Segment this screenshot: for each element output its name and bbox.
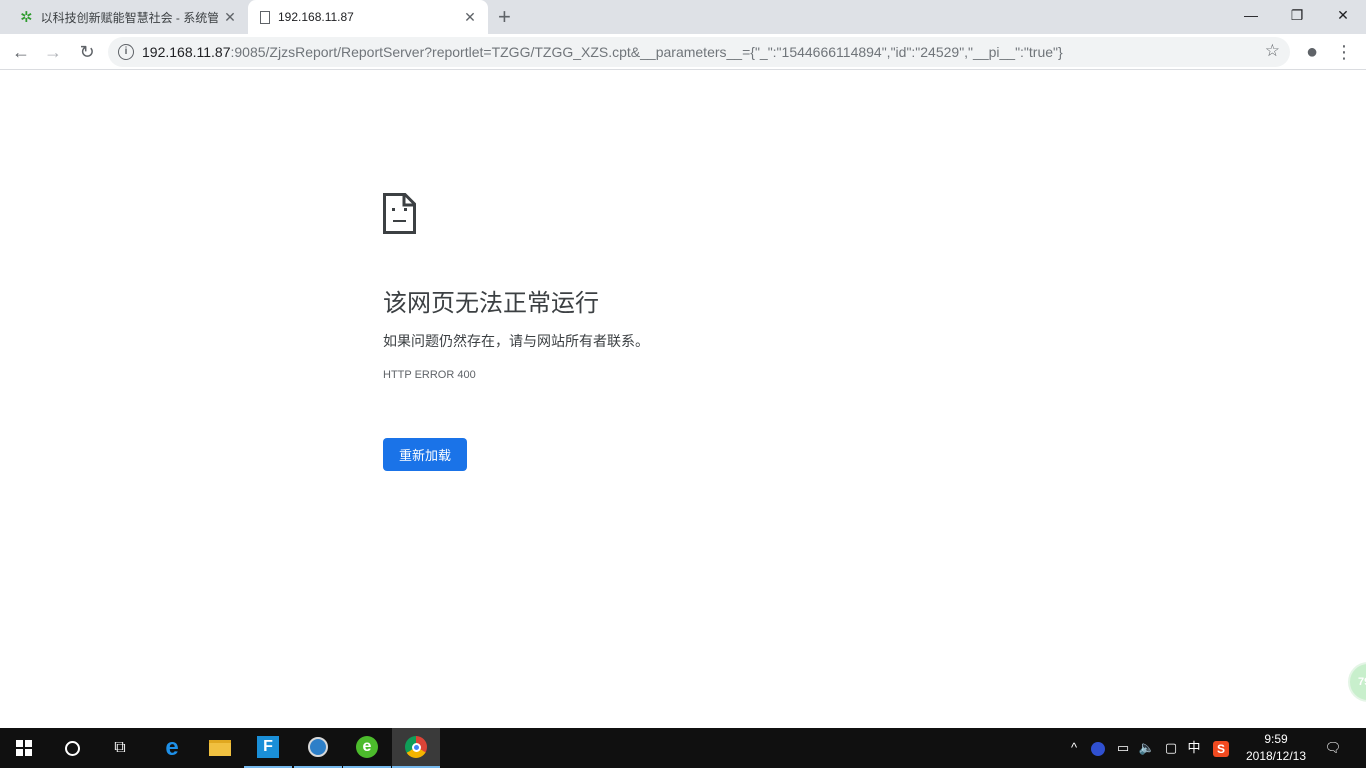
profile-icon[interactable]: ● (1300, 40, 1324, 64)
info-icon[interactable]: i (118, 44, 134, 60)
reload-icon[interactable]: ↻ (75, 40, 99, 64)
task-view-button[interactable]: ⧉ (96, 728, 144, 768)
notifications-icon[interactable]: 🗨 (1318, 728, 1348, 768)
file-explorer-button[interactable] (196, 728, 244, 768)
bookmark-star-icon[interactable]: ☆ (1265, 41, 1280, 61)
tray-app-icon[interactable] (1088, 728, 1108, 768)
clock[interactable]: 9:59 2018/12/13 (1236, 731, 1316, 765)
clock-time: 9:59 (1264, 732, 1288, 746)
close-tab-icon[interactable]: ✕ (458, 9, 482, 26)
forward-button[interactable]: → (41, 40, 65, 64)
error-content: 该网页无法正常运行 如果问题仍然存在，请与网站所有者联系。 HTTP ERROR… (383, 193, 649, 471)
error-title: 该网页无法正常运行 (383, 290, 599, 317)
sad-file-icon (383, 193, 416, 234)
menu-icon[interactable]: ⋮ (1332, 40, 1356, 64)
tab-active[interactable]: 192.168.11.87 ✕ (248, 0, 488, 34)
app-f-icon: F (257, 736, 279, 758)
page-favicon-icon (260, 10, 270, 24)
tab-title: 以科技创新赋能智慧社会 - 系统管理 (40, 10, 218, 25)
error-message: 如果问题仍然存在，请与网站所有者联系。 (383, 333, 649, 349)
start-button[interactable] (0, 728, 48, 768)
url-host: 192.168.11.87 (142, 44, 231, 60)
show-hidden-icons[interactable]: ^ (1064, 728, 1084, 768)
gear-favicon-icon: ✲ (20, 9, 33, 26)
back-button[interactable]: ← (9, 40, 33, 64)
address-bar[interactable]: i 192.168.11.87:9085/ZjzsReport/ReportSe… (108, 37, 1290, 67)
windows-icon (16, 740, 32, 756)
volume-icon[interactable]: 🔈 (1136, 728, 1158, 768)
tab-strip: ✲ 以科技创新赋能智慧社会 - 系统管理 ✕ 192.168.11.87 ✕ +… (0, 0, 1366, 34)
clock-date: 2018/12/13 (1245, 749, 1307, 763)
green-browser-button[interactable]: e (343, 728, 391, 768)
new-tab-button[interactable]: + (498, 4, 511, 30)
reload-button[interactable]: 重新加载 (383, 438, 467, 471)
network-icon[interactable]: ▢ (1160, 728, 1182, 768)
url-path: :9085/ZjzsReport/ReportServer?reportlet=… (230, 44, 1063, 60)
close-tab-icon[interactable]: ✕ (218, 9, 242, 26)
edge-icon: e (165, 734, 179, 761)
error-code: HTTP ERROR 400 (383, 369, 476, 381)
floating-badge[interactable]: 79 (1348, 662, 1366, 702)
edge-button[interactable]: e (148, 728, 196, 768)
chrome-button[interactable] (392, 728, 440, 768)
chrome-icon (405, 736, 427, 758)
green-e-icon: e (356, 736, 378, 758)
restore-button[interactable]: ❐ (1274, 0, 1320, 30)
app-button[interactable]: F (244, 728, 292, 768)
battery-icon[interactable]: ▭ (1112, 728, 1134, 768)
task-view-icon: ⧉ (114, 739, 126, 756)
ime-indicator[interactable]: 中 (1184, 728, 1204, 768)
cortana-circle-icon (64, 740, 80, 756)
taskbar: ⧉ e F e ^ ▭ 🔈 ▢ 中 S 9:59 2018/12/13 🗨 (0, 728, 1366, 768)
minimize-button[interactable]: — (1228, 0, 1274, 30)
browser-search-button[interactable] (294, 728, 342, 768)
browser-toolbar: ← → ↻ i 192.168.11.87:9085/ZjzsReport/Re… (0, 34, 1366, 70)
magnifier-globe-icon (308, 737, 328, 757)
tab-inactive[interactable]: ✲ 以科技创新赋能智慧社会 - 系统管理 ✕ (8, 0, 248, 34)
folder-icon (209, 740, 231, 756)
search-button[interactable] (48, 728, 96, 768)
tab-title: 192.168.11.87 (278, 10, 354, 24)
sogou-ime-icon[interactable]: S (1210, 728, 1232, 768)
close-window-button[interactable]: ✕ (1320, 0, 1366, 30)
